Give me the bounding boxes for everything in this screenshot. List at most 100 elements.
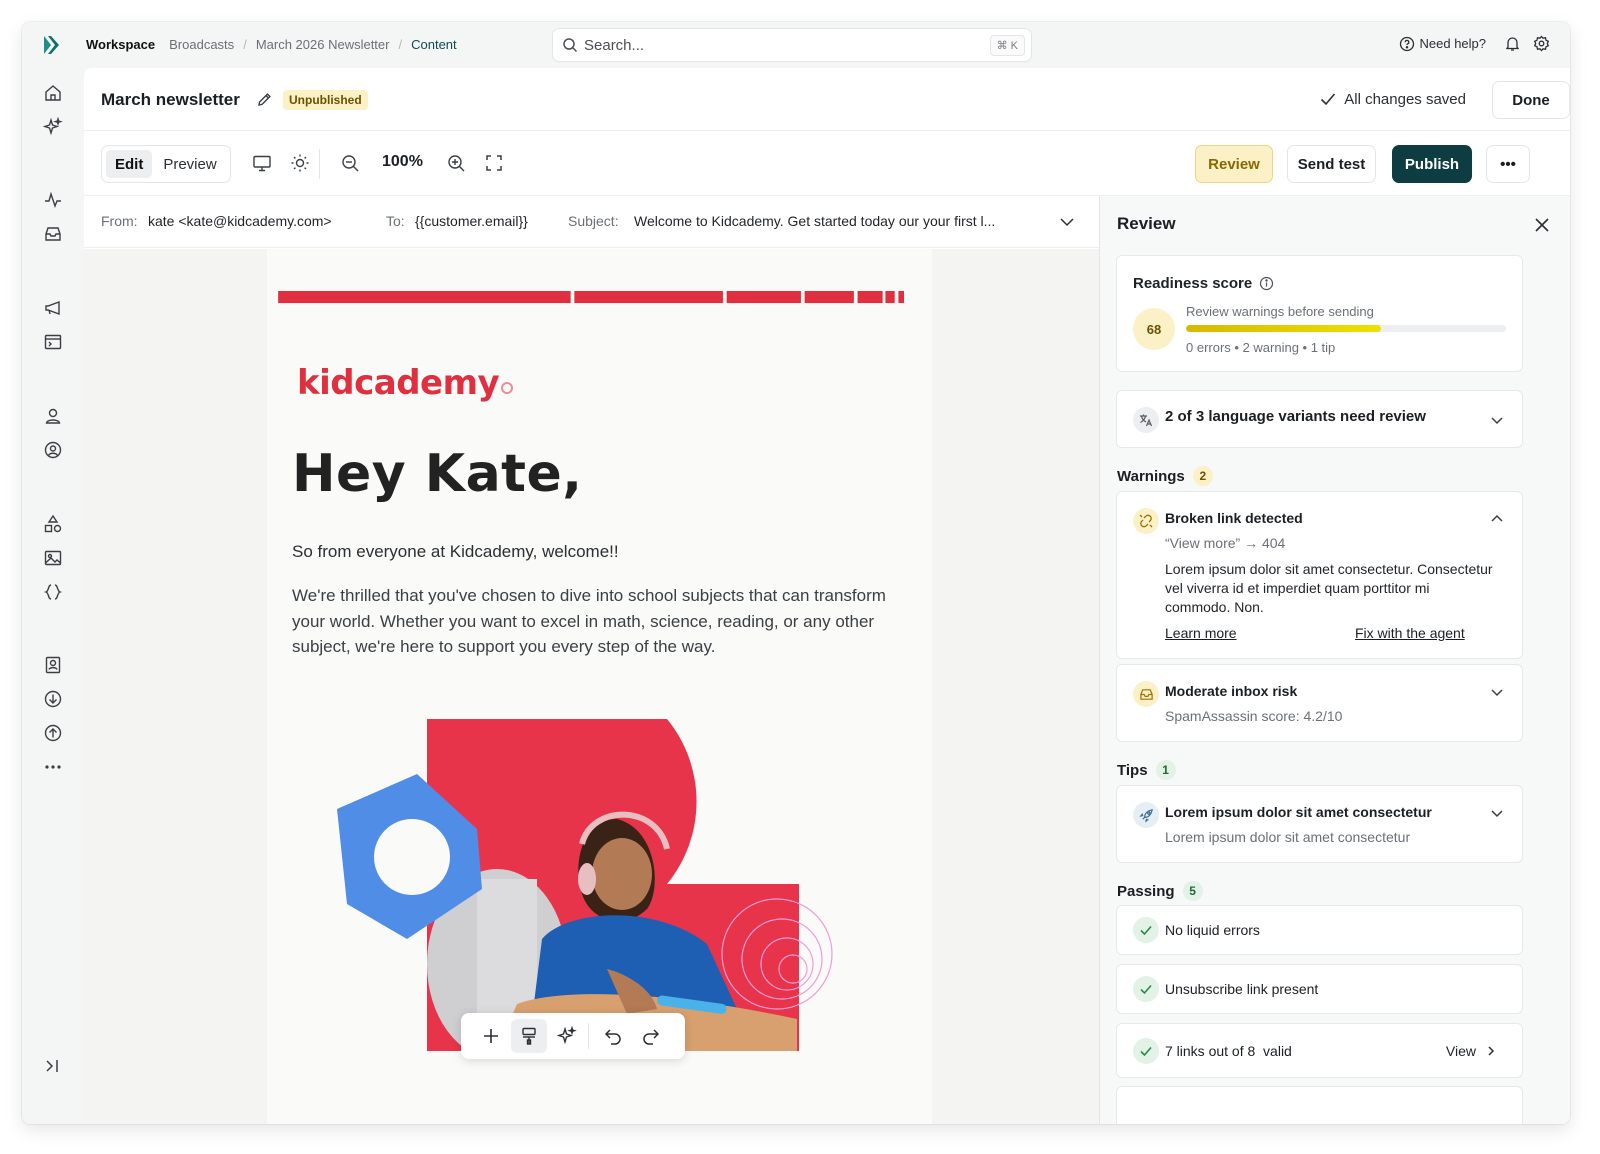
- warnings-label: Warnings: [1117, 467, 1185, 485]
- zoom-level[interactable]: 100%: [382, 153, 423, 171]
- chevron-down-icon[interactable]: [1490, 685, 1504, 699]
- zoom-in-icon[interactable]: [446, 153, 466, 173]
- passing-item-label: 7 links out of 8 valid: [1165, 1043, 1292, 1059]
- from-label: From:: [101, 213, 138, 229]
- top-bar: Workspace Broadcasts / March 2026 Newsle…: [22, 22, 1570, 68]
- publish-button[interactable]: Publish: [1392, 145, 1472, 183]
- warning-inbox-risk[interactable]: Moderate inbox risk SpamAssassin score: …: [1116, 664, 1523, 742]
- floating-toolbar-divider: [588, 1023, 589, 1049]
- from-field[interactable]: kate <kate@kidcademy.com>: [148, 213, 332, 229]
- review-button[interactable]: Review: [1195, 145, 1273, 183]
- floating-toolbar: [461, 1013, 685, 1059]
- passing-item: 7 links out of 8 valid View: [1116, 1023, 1523, 1078]
- code-braces-icon[interactable]: [43, 582, 63, 602]
- megaphone-icon[interactable]: [43, 298, 63, 318]
- warnings-count: 2: [1192, 466, 1213, 486]
- redo-icon[interactable]: [641, 1026, 661, 1046]
- download-circle-icon[interactable]: [43, 689, 63, 709]
- sun-icon[interactable]: [290, 153, 310, 173]
- shapes-icon[interactable]: [43, 514, 63, 534]
- home-icon[interactable]: [43, 83, 63, 103]
- editor-toolbar: Edit Preview 100% Review Send test Publi…: [84, 131, 1570, 196]
- done-button[interactable]: Done: [1492, 81, 1570, 119]
- paint-roller-icon[interactable]: [519, 1026, 539, 1046]
- language-variants-card[interactable]: 2 of 3 language variants need review: [1116, 390, 1523, 448]
- plus-icon[interactable]: [481, 1026, 501, 1046]
- top-actions: Need help?: [1399, 35, 1551, 52]
- check-icon: [1321, 93, 1336, 106]
- passing-count: 5: [1182, 881, 1203, 901]
- email-greeting[interactable]: Hey Kate,: [292, 444, 583, 504]
- bell-icon[interactable]: [1504, 35, 1521, 52]
- info-icon[interactable]: [1259, 276, 1274, 291]
- expand-sidebar-icon[interactable]: [43, 1056, 63, 1076]
- workspace-name[interactable]: Workspace: [86, 37, 155, 52]
- app-logo-icon[interactable]: [42, 34, 64, 56]
- sparkles-icon[interactable]: [43, 117, 63, 137]
- warnings-heading: Warnings 2: [1117, 466, 1213, 486]
- breadcrumb-newsletter[interactable]: March 2026 Newsletter: [256, 37, 390, 52]
- send-test-button[interactable]: Send test: [1287, 145, 1376, 183]
- email-intro[interactable]: So from everyone at Kidcademy, welcome!!: [292, 542, 619, 562]
- zoom-out-icon[interactable]: [340, 153, 360, 173]
- tab-preview[interactable]: Preview: [154, 150, 225, 178]
- search-input[interactable]: Search... ⌘ K: [552, 28, 1032, 62]
- more-horizontal-icon[interactable]: [43, 757, 63, 777]
- fix-with-agent-link[interactable]: Fix with the agent: [1355, 625, 1465, 641]
- view-links-button[interactable]: View: [1446, 1043, 1496, 1059]
- undo-icon[interactable]: [603, 1026, 623, 1046]
- terminal-icon[interactable]: [43, 332, 63, 352]
- close-icon[interactable]: [1533, 216, 1551, 234]
- readiness-card: Readiness score 68 Review warnings befor…: [1116, 255, 1523, 372]
- chevron-down-icon[interactable]: [1490, 806, 1504, 820]
- desktop-icon[interactable]: [252, 153, 272, 173]
- tip-item[interactable]: Lorem ipsum dolor sit amet consectetur L…: [1116, 785, 1523, 863]
- search-placeholder: Search...: [584, 36, 645, 54]
- pencil-icon[interactable]: [256, 91, 273, 108]
- mode-toggle: Edit Preview: [101, 145, 231, 183]
- brand-logo: kidcademy: [297, 363, 514, 403]
- contact-card-icon[interactable]: [43, 655, 63, 675]
- user-icon[interactable]: [43, 406, 63, 426]
- magic-sparkles-icon[interactable]: [557, 1026, 577, 1046]
- rocket-icon: [1133, 802, 1159, 828]
- chevron-down-icon[interactable]: [1059, 214, 1075, 230]
- passing-item-label: No liquid errors: [1165, 922, 1260, 938]
- tip-title: Lorem ipsum dolor sit amet consectetur: [1165, 804, 1432, 820]
- tab-edit[interactable]: Edit: [106, 150, 153, 178]
- chevron-up-icon[interactable]: [1490, 512, 1504, 526]
- fullscreen-icon[interactable]: [484, 153, 504, 173]
- learn-more-link[interactable]: Learn more: [1165, 625, 1237, 641]
- gear-icon[interactable]: [1533, 35, 1550, 52]
- upload-circle-icon[interactable]: [43, 723, 63, 743]
- chevron-right-icon: [1488, 1046, 1495, 1056]
- help-link[interactable]: Need help?: [1399, 36, 1486, 52]
- check-icon: [1133, 1038, 1159, 1064]
- image-icon[interactable]: [43, 548, 63, 568]
- to-label: To:: [386, 213, 405, 229]
- inbox-icon[interactable]: [43, 224, 63, 244]
- email-paragraph[interactable]: We're thrilled that you've chosen to div…: [292, 583, 892, 660]
- inbox-risk-icon: [1133, 681, 1159, 707]
- passing-item-label: Unsubscribe link present: [1165, 981, 1319, 997]
- activity-icon[interactable]: [43, 190, 63, 210]
- readiness-heading: Readiness score: [1133, 275, 1274, 292]
- save-status: All changes saved: [1319, 90, 1466, 108]
- tips-heading: Tips 1: [1117, 760, 1176, 780]
- breadcrumb-separator: /: [398, 37, 403, 52]
- to-field[interactable]: {{customer.email}}: [415, 213, 528, 229]
- user-circle-icon[interactable]: [43, 440, 63, 460]
- subject-field[interactable]: Welcome to Kidcademy. Get started today …: [634, 213, 995, 229]
- more-options-button[interactable]: •••: [1486, 145, 1530, 183]
- breadcrumb-broadcasts[interactable]: Broadcasts: [169, 37, 234, 52]
- title-bar: March newsletter Unpublished All changes…: [84, 68, 1570, 131]
- translate-icon: [1133, 407, 1159, 433]
- warning-detail: SpamAssassin score: 4.2/10: [1165, 708, 1343, 724]
- broken-link-icon: [1133, 508, 1159, 534]
- tip-detail: Lorem ipsum dolor sit amet consectetur: [1165, 829, 1411, 845]
- chevron-down-icon[interactable]: [1490, 413, 1504, 427]
- passing-heading: Passing 5: [1117, 881, 1203, 901]
- readiness-label: Readiness score: [1133, 275, 1253, 292]
- breadcrumb-content[interactable]: Content: [411, 37, 457, 52]
- readiness-note: Review warnings before sending: [1186, 304, 1374, 319]
